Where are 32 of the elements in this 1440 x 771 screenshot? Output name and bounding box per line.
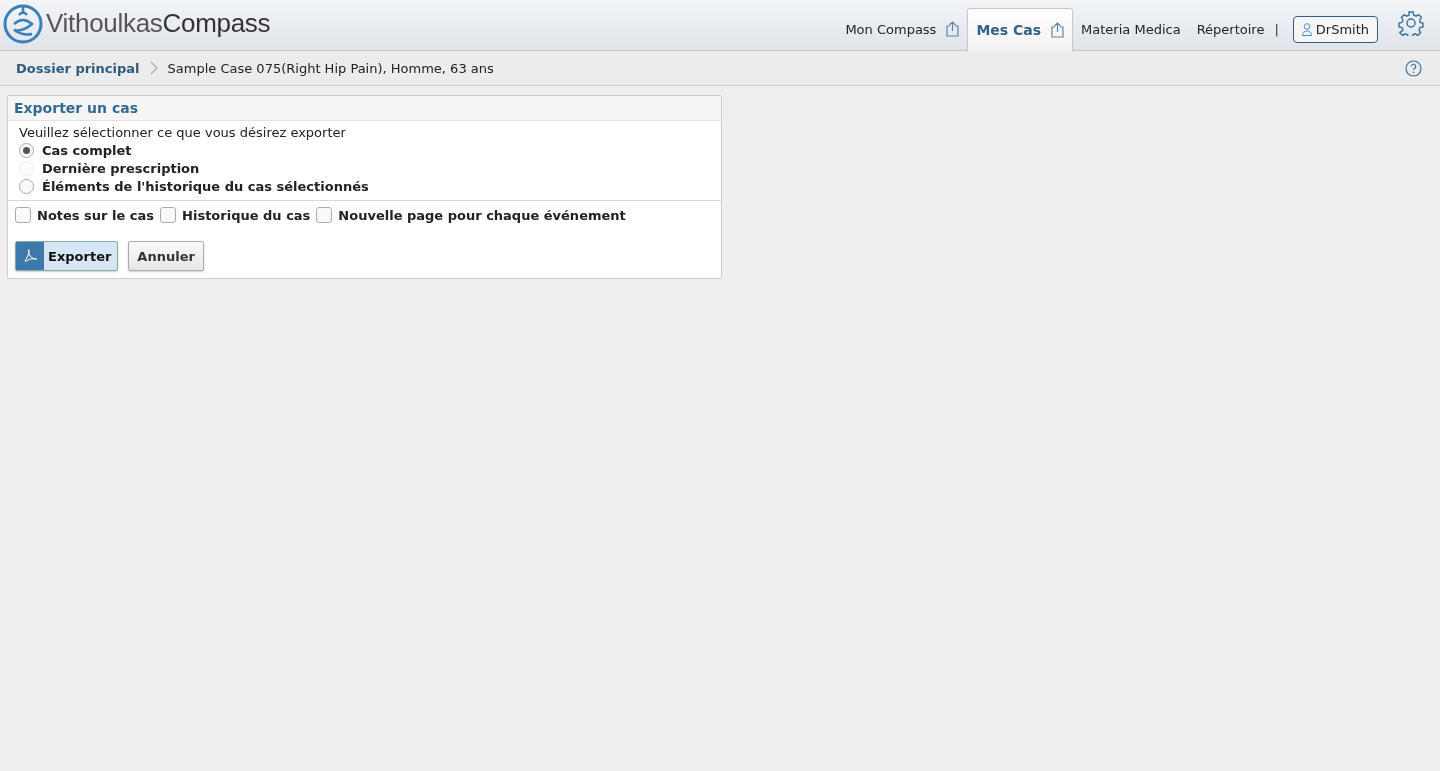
prompt-text: Veuillez sélectionner ce que vous désirez exporter [19, 125, 347, 140]
cancel-button[interactable]: Annuler [128, 241, 204, 271]
radio-button[interactable] [19, 142, 34, 158]
checkbox-label[interactable]: Historique du cas [182, 207, 311, 223]
checkbox[interactable] [316, 207, 333, 223]
breadcrumb-current: Sample Case 075(Right Hip Pain), Homme, 63 ans [167, 60, 494, 76]
nav-separator: | [1274, 21, 1279, 37]
logo-icon [2, 2, 44, 44]
settings-icon[interactable] [1398, 10, 1424, 36]
panel-title: Exporter un cas [8, 96, 721, 121]
chevron-right-icon [149, 61, 158, 75]
help-icon[interactable] [1405, 59, 1422, 77]
radio-option: Dernière prescription [19, 159, 710, 177]
radio-button[interactable] [19, 178, 34, 194]
nav-tab[interactable]: Mon Compass [837, 8, 968, 50]
breadcrumb-link[interactable]: Dossier principal [16, 60, 140, 76]
logo-text: VithoulkasCompass [46, 7, 271, 39]
share-icon[interactable] [946, 21, 960, 37]
radio-option[interactable]: Éléments de l'historique du cas sélectionnés [19, 177, 710, 195]
checkbox-label[interactable]: Nouvelle page pour chaque événement [338, 207, 626, 223]
share-icon[interactable] [1051, 22, 1065, 38]
checkbox[interactable] [160, 207, 177, 223]
checkbox[interactable] [15, 207, 31, 223]
user-button[interactable]: DrSmith [1292, 15, 1378, 43]
checkbox-label[interactable]: Notes sur le cas [37, 207, 155, 223]
radio-option[interactable]: Cas complet [19, 141, 710, 159]
pdf-icon [23, 249, 37, 263]
nav-tab[interactable]: Mes Cas [967, 8, 1074, 51]
nav-tab[interactable]: Répertoire [1188, 8, 1273, 50]
nav-tab[interactable]: Materia Medica [1073, 8, 1189, 50]
export-button[interactable]: Exporter [15, 241, 119, 271]
user-icon [1301, 22, 1312, 36]
